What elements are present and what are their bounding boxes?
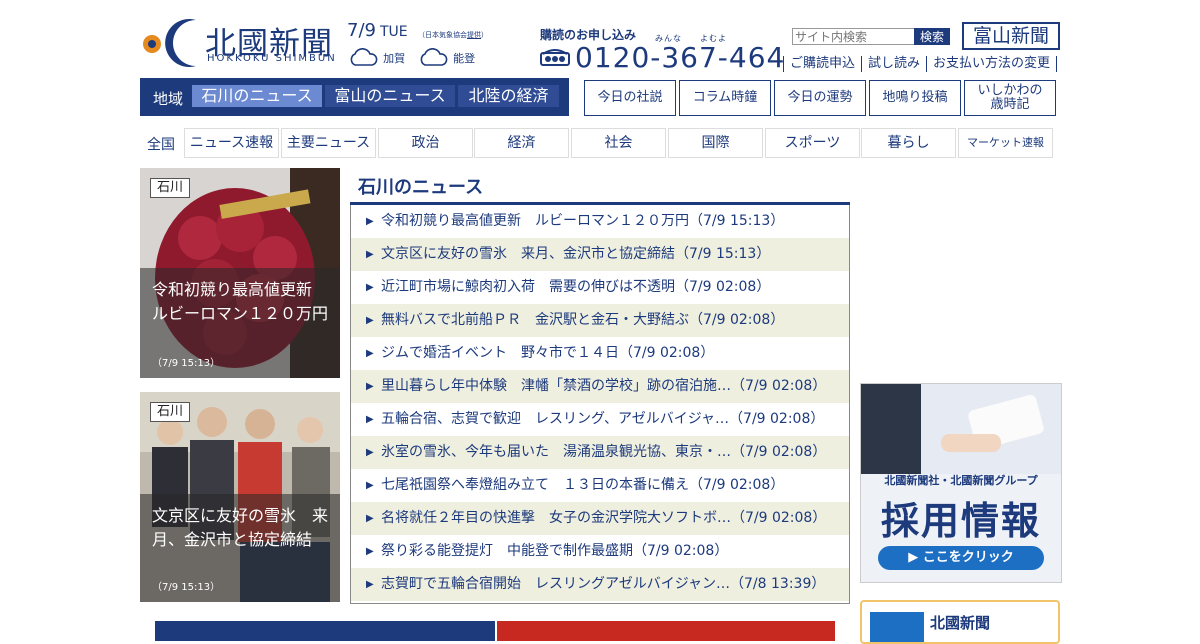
recruit-ad-banner[interactable]: 北國新聞社・北國新聞グループ 採用情報 ▶ ここをクリック: [860, 383, 1062, 583]
weather-noto[interactable]: 能登: [418, 47, 475, 68]
recruit-ad-image: [861, 384, 1061, 474]
triangle-right-icon: ▶: [366, 381, 374, 392]
news-item[interactable]: ▶ 令和初競り最高値更新 ルビーロマン１２０万円（7/9 15:13）: [351, 205, 849, 238]
category-politics[interactable]: 政治: [378, 128, 473, 158]
weather-credit-suffix: ）: [481, 31, 488, 39]
news-item-text: 氷室の雪氷、今年も届いた 湯涌温泉観光協、東京・…（7/9 02:08）: [381, 444, 827, 460]
triangle-right-icon: ▶: [366, 513, 374, 524]
category-all[interactable]: 全国: [147, 134, 175, 154]
news-item-text: 名将就任２年目の快進撃 女子の金沢学院大ソフトボ…（7/9 02:08）: [381, 510, 827, 526]
news-item[interactable]: ▶ ジムで婚活イベント 野々市で１４日（7/9 02:08）: [351, 337, 849, 370]
phone-icon: [540, 48, 570, 70]
weekday: TUE: [379, 24, 408, 40]
search-button[interactable]: 検索: [914, 28, 950, 45]
recruit-ad-headline: 採用情報: [880, 499, 1041, 543]
triangle-right-icon: ▶: [366, 447, 374, 458]
featured-photo-1[interactable]: 石川 令和初競り最高値更新 ルビーロマン１２０万円 （7/9 15:13）: [140, 168, 340, 378]
news-item-text: 祭り彩る能登提灯 中能登で制作最盛期（7/9 02:08）: [381, 543, 729, 559]
triangle-right-icon: ▶: [366, 414, 374, 425]
category-economy[interactable]: 経済: [474, 128, 569, 158]
news-item-text: ジムで婚活イベント 野々市で１４日（7/9 02:08）: [381, 345, 715, 361]
subscribe-phone[interactable]: 0120-367-464: [575, 41, 785, 74]
news-item-text: 文京区に友好の雪氷 来月、金沢市と協定締結（7/9 15:13）: [381, 246, 771, 262]
weather-area-label: 能登: [453, 52, 476, 65]
triangle-right-icon: ▶: [366, 348, 374, 359]
news-item[interactable]: ▶ 五輪合宿、志賀で歓迎 レスリング、アゼルバイジャ…（7/9 02:08）: [351, 403, 849, 436]
tab-ishikawa-news[interactable]: 石川のニュース: [192, 85, 322, 107]
news-item[interactable]: ▶ 祭り彩る能登提灯 中能登で制作最盛期（7/9 02:08）: [351, 535, 849, 568]
region-tag: 石川: [150, 178, 191, 198]
triangle-right-icon: ▶: [366, 480, 374, 491]
date-value: 7/9: [347, 20, 376, 41]
triangle-right-icon: ▶: [366, 249, 374, 260]
subscribe-link[interactable]: ご購読申込: [783, 56, 861, 72]
secondary-ad-logo-icon: [870, 612, 924, 642]
column-jisho-link[interactable]: コラム時鐘: [679, 80, 771, 116]
news-item[interactable]: ▶ 七尾祇園祭へ奉燈組み立て １３日の本番に備え（7/9 02:08）: [351, 469, 849, 502]
recruit-ad-button[interactable]: ▶ ここをクリック: [878, 546, 1044, 570]
weather-credit: （日本気象協会提供）: [418, 30, 488, 40]
seasonal-record-link[interactable]: いしかわの 歳時記: [964, 80, 1056, 116]
triangle-right-icon: ▶: [366, 315, 374, 326]
featured-photo-2[interactable]: 石川 文京区に友好の雪氷 来月、金沢市と協定締結 （7/9 15:13）: [140, 392, 340, 602]
news-item[interactable]: ▶ 志賀町で五輪合宿開始 レスリングアゼルバイジャン…（7/8 13:39）: [351, 568, 849, 601]
news-section-title: 石川のニュース: [358, 177, 484, 198]
photo-caption-text: 文京区に友好の雪氷 来月、金沢市と協定締結: [152, 506, 329, 549]
news-item-text: 近江町市場に鯨肉初入荷 需要の伸びは不透明（7/9 02:08）: [381, 279, 771, 295]
triangle-right-icon: ▶: [366, 216, 374, 227]
news-item[interactable]: ▶ 里山暮らし年中体験 津幡「禁酒の学校」跡の宿泊施…（7/9 02:08）: [351, 370, 849, 403]
news-item-text: 無料バスで北前船ＰＲ 金沢駅と金石・大野結ぶ（7/9 02:08）: [381, 312, 785, 328]
news-item-text: 志賀町で五輪合宿開始 レスリングアゼルバイジャン…（7/8 13:39）: [381, 576, 826, 592]
editorial-link[interactable]: 今日の社説: [584, 80, 676, 116]
today-date: 7/9 TUE: [347, 20, 408, 41]
news-list: ▶ 令和初競り最高値更新 ルビーロマン１２０万円（7/9 15:13） ▶ 文京区に…: [350, 205, 850, 604]
category-lifestyle[interactable]: 暮らし: [861, 128, 956, 158]
trial-link[interactable]: 試し読み: [861, 56, 926, 72]
weather-area-label: 加賀: [383, 52, 406, 65]
logo-roman: HOKKOKU SHIMBUN: [207, 53, 337, 64]
weather-kaga[interactable]: 加賀: [348, 47, 405, 68]
photo-caption-text: 令和初競り最高値更新 ルビーロマン１２０万円: [152, 280, 329, 323]
news-item[interactable]: ▶ 文京区に友好の雪氷 来月、金沢市と協定締結（7/9 15:13）: [351, 238, 849, 271]
search-input[interactable]: [792, 28, 916, 45]
region-label: 地域: [153, 90, 184, 108]
category-sports[interactable]: スポーツ: [765, 128, 860, 158]
fortune-link[interactable]: 今日の運勢: [774, 80, 866, 116]
news-item[interactable]: ▶ 氷室の雪氷、今年も届いた 湯涌温泉観光協、東京・…（7/9 02:08）: [351, 436, 849, 469]
logo-mark-icon: [143, 19, 196, 68]
triangle-right-icon: ▶: [366, 579, 374, 590]
news-item[interactable]: ▶ 名将就任２年目の快進撃 女子の金沢学院大ソフトボ…（7/9 02:08）: [351, 502, 849, 535]
cloud-icon: [420, 47, 448, 66]
tab-toyama-news[interactable]: 富山のニュース: [325, 85, 455, 107]
recruit-ad-company: 北國新聞社・北國新聞グループ: [884, 474, 1038, 487]
category-market[interactable]: マーケット速報: [958, 128, 1053, 158]
reader-post-link[interactable]: 地鳴り投稿: [869, 80, 961, 116]
payment-change-link[interactable]: お支払い方法の変更: [926, 56, 1058, 72]
triangle-right-icon: ▶: [366, 546, 374, 557]
category-main[interactable]: 主要ニュース: [281, 128, 376, 158]
category-international[interactable]: 国際: [668, 128, 763, 158]
category-society[interactable]: 社会: [571, 128, 666, 158]
bottom-banner-left[interactable]: [155, 621, 495, 641]
tab-hokuriku-economy[interactable]: 北陸の経済: [458, 85, 559, 107]
bottom-banner-right[interactable]: [497, 621, 835, 641]
weather-credit-prefix: （日本気象協会: [418, 31, 467, 39]
photo-timestamp: （7/9 15:13）: [152, 582, 221, 593]
subscription-links: ご購読申込 試し読み お支払い方法の変更: [783, 56, 1058, 72]
news-item[interactable]: ▶ 近江町市場に鯨肉初入荷 需要の伸びは不透明（7/9 02:08）: [351, 271, 849, 304]
toyama-shimbun-link[interactable]: 富山新聞: [962, 22, 1060, 50]
region-tag: 石川: [150, 402, 191, 422]
news-item-text: 五輪合宿、志賀で歓迎 レスリング、アゼルバイジャ…（7/9 02:08）: [381, 411, 825, 427]
triangle-right-icon: ▶: [366, 282, 374, 293]
photo-timestamp: （7/9 15:13）: [152, 358, 221, 369]
news-item-text: 令和初競り最高値更新 ルビーロマン１２０万円（7/9 15:13）: [381, 213, 785, 229]
news-item[interactable]: ▶ 無料バスで北前船ＰＲ 金沢駅と金石・大野結ぶ（7/9 02:08）: [351, 304, 849, 337]
category-breaking[interactable]: ニュース速報: [184, 128, 279, 158]
news-item-text: 里山暮らし年中体験 津幡「禁酒の学校」跡の宿泊施…（7/9 02:08）: [381, 378, 827, 394]
weather-credit-link[interactable]: 提供: [467, 31, 481, 39]
cloud-icon: [350, 47, 378, 66]
news-item-text: 七尾祇園祭へ奉燈組み立て １３日の本番に備え（7/9 02:08）: [381, 477, 785, 493]
